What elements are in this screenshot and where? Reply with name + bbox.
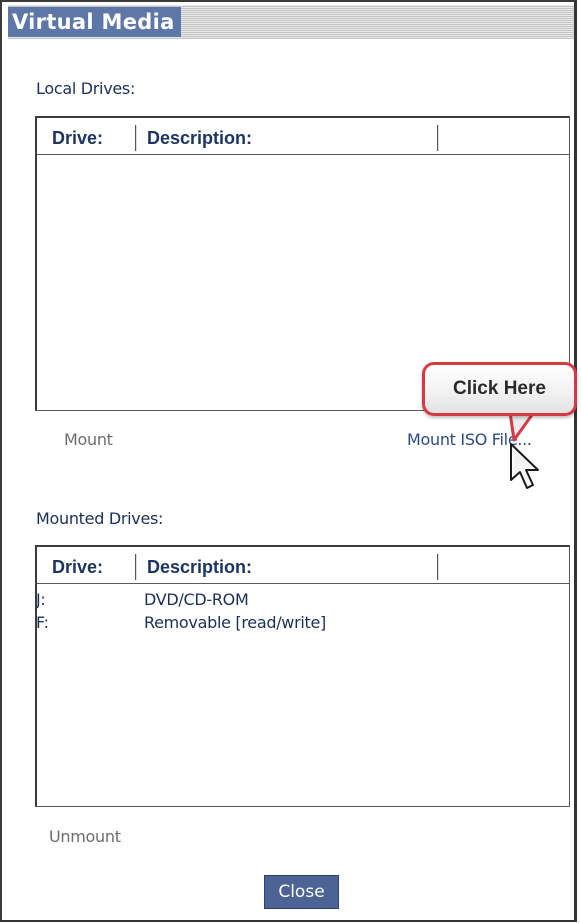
title-bar: Virtual Media xyxy=(8,5,574,39)
mounted-drives-header: Drive: Description: xyxy=(37,551,569,584)
column-separator[interactable] xyxy=(437,554,439,580)
unmount-button[interactable]: Unmount xyxy=(49,827,121,847)
local-drives-label: Local Drives: xyxy=(36,79,136,98)
mounted-drives-list[interactable]: Drive: Description: J: DVD/CD-ROM F: Rem… xyxy=(35,545,570,807)
column-description[interactable]: Description: xyxy=(147,126,252,150)
column-description[interactable]: Description: xyxy=(147,555,252,579)
column-separator[interactable] xyxy=(437,125,439,151)
column-separator[interactable] xyxy=(135,554,137,580)
column-separator[interactable] xyxy=(135,125,137,151)
click-here-callout: Click Here xyxy=(422,362,577,442)
virtual-media-panel: Virtual Media Local Drives: Drive: Descr… xyxy=(0,0,577,922)
drive-letter: F: xyxy=(36,613,49,632)
local-drives-header: Drive: Description: xyxy=(37,122,569,155)
close-button[interactable]: Close xyxy=(264,875,339,909)
window-title: Virtual Media xyxy=(8,7,181,37)
mount-button[interactable]: Mount xyxy=(64,430,113,450)
drive-description: DVD/CD-ROM xyxy=(144,590,249,609)
table-row[interactable]: F: Removable [read/write] xyxy=(36,611,569,635)
table-row[interactable]: J: DVD/CD-ROM xyxy=(36,588,569,612)
column-drive[interactable]: Drive: xyxy=(52,126,103,150)
mounted-drives-label: Mounted Drives: xyxy=(36,509,164,528)
drive-letter: J: xyxy=(36,590,46,609)
callout-text: Click Here xyxy=(453,378,546,399)
pointer-cursor-icon xyxy=(510,443,539,489)
drive-description: Removable [read/write] xyxy=(144,613,326,632)
column-drive[interactable]: Drive: xyxy=(52,555,103,579)
